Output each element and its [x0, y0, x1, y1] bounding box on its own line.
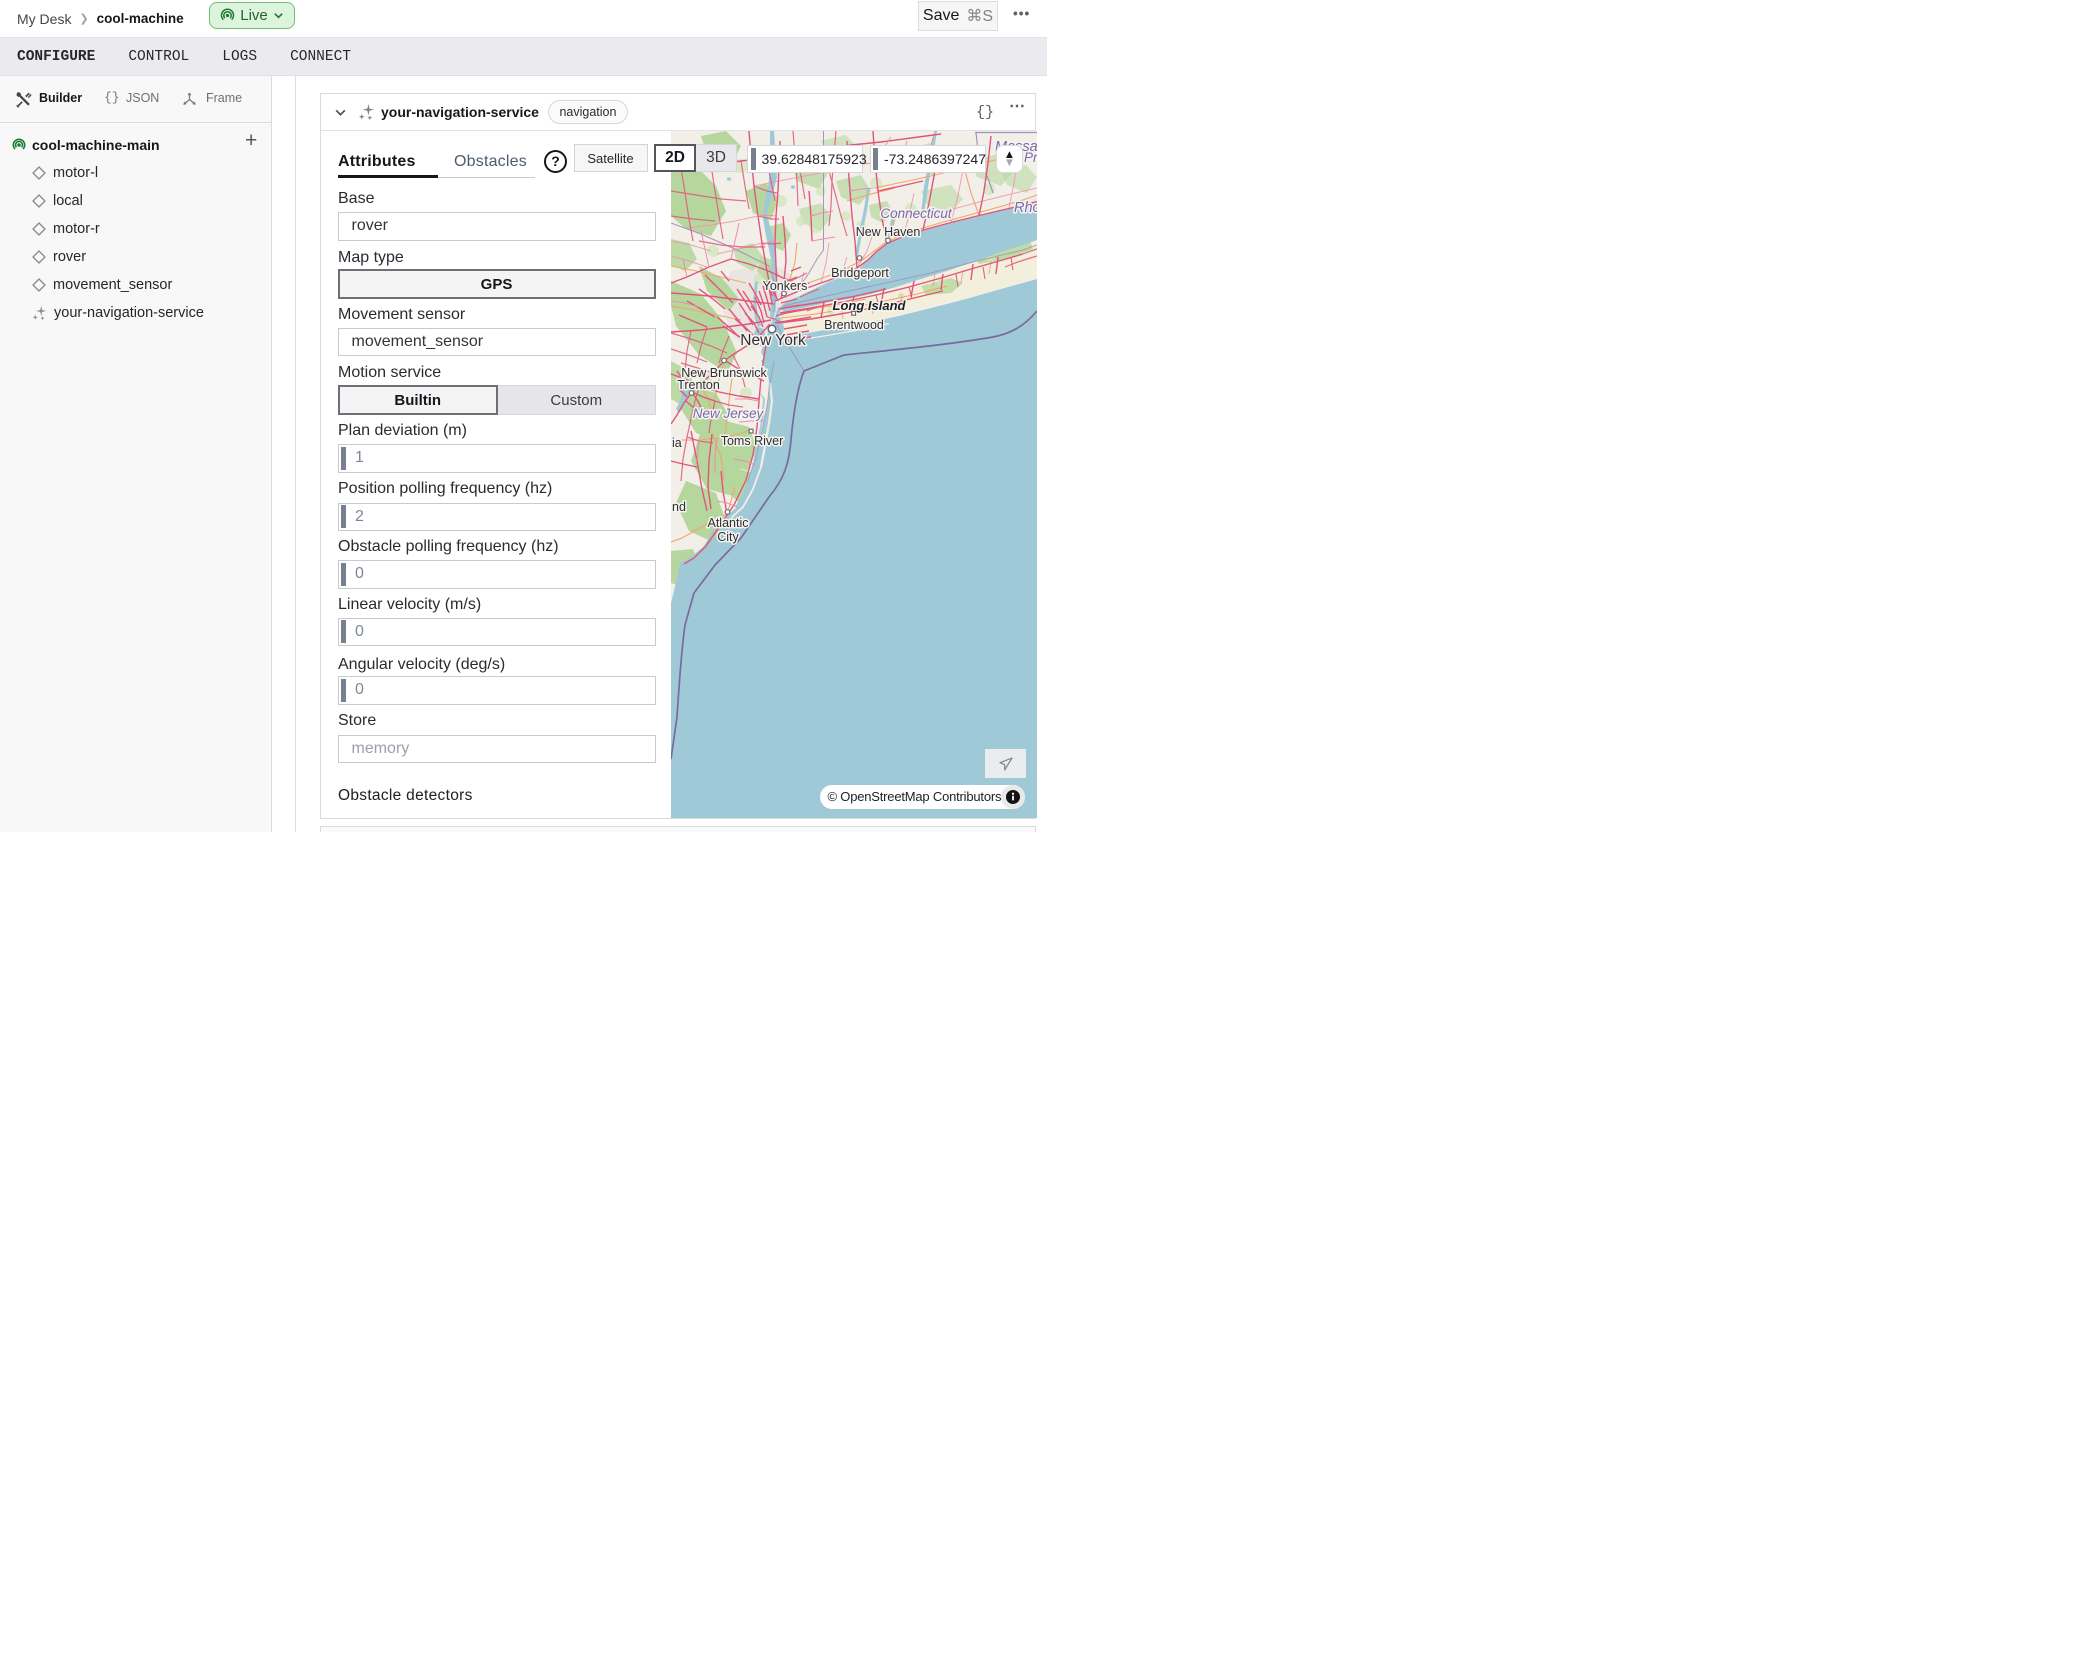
svg-text:Brentwood: Brentwood [824, 318, 884, 332]
svg-text:New Jersey: New Jersey [693, 406, 765, 421]
svg-text:Rhod: Rhod [1014, 200, 1037, 216]
svg-text:City: City [717, 530, 739, 544]
svg-text:ia: ia [672, 436, 682, 450]
svg-text:Pro: Pro [1024, 150, 1037, 165]
svg-text:New Haven: New Haven [856, 225, 921, 239]
svg-text:Bridgeport: Bridgeport [831, 266, 889, 280]
svg-text:nd: nd [672, 500, 686, 514]
svg-text:Trenton: Trenton [677, 378, 720, 392]
svg-text:Connecticut: Connecticut [880, 206, 953, 221]
svg-text:Toms River: Toms River [721, 434, 784, 448]
svg-text:Atlantic: Atlantic [708, 516, 749, 530]
svg-text:Long Island: Long Island [833, 298, 907, 313]
svg-text:New York: New York [740, 332, 806, 349]
